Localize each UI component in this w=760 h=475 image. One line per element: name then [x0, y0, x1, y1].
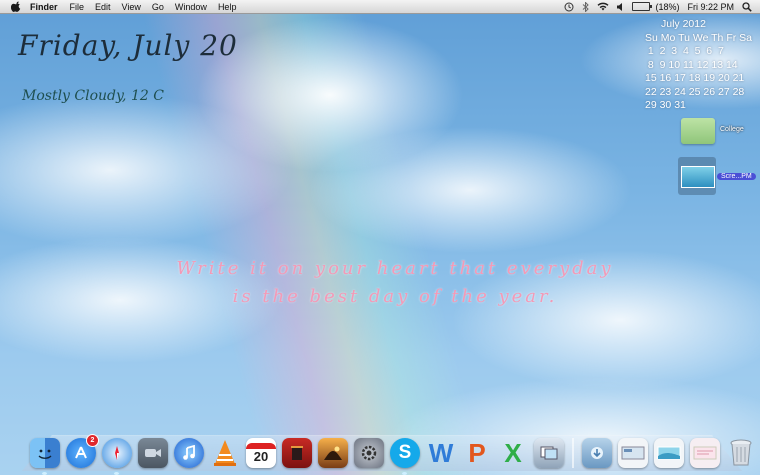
battery-icon	[632, 2, 653, 11]
calendar-week: 8 9 10 11 12 13 14	[645, 58, 738, 71]
bluetooth-icon[interactable]	[582, 1, 590, 12]
word-letter: W	[428, 437, 454, 468]
menu-edit[interactable]: Edit	[95, 2, 111, 12]
calendar-week: 1 2 3 4 5 6 7	[645, 45, 724, 57]
date-widget: Friday, July 20	[18, 29, 238, 62]
word-dock-icon[interactable]: W	[426, 438, 456, 468]
document-stack-icon[interactable]	[690, 438, 720, 468]
itunes-dock-icon[interactable]	[174, 438, 204, 468]
skype-letter: S	[398, 442, 412, 463]
facetime-dock-icon[interactable]	[138, 438, 168, 468]
calendar-month: July 2012	[661, 18, 706, 30]
menu-go[interactable]: Go	[152, 2, 164, 12]
notification-badge: 2	[86, 434, 99, 447]
menu-bar: Finder File Edit View Go Window Help (18…	[0, 0, 760, 14]
screenshot-file-label[interactable]: Scre...PM	[717, 173, 756, 180]
menu-view[interactable]: View	[122, 2, 141, 12]
excel-letter: X	[504, 437, 522, 468]
calendar-week: 15 16 17 18 19 20 21	[645, 72, 745, 84]
college-folder-icon[interactable]	[681, 118, 715, 144]
calendar-day: 20	[253, 448, 269, 464]
weather-widget: Mostly Cloudy, 12 C	[22, 88, 164, 104]
menu-help[interactable]: Help	[218, 2, 237, 12]
battery-percent: (18%)	[655, 1, 680, 12]
calendar-weekdays: Su Mo Tu We Th Fr Sa	[645, 31, 752, 44]
safari-dock-icon[interactable]	[102, 438, 132, 475]
finder-dock-icon[interactable]	[30, 438, 60, 475]
skype-dock-icon[interactable]: S	[390, 438, 420, 475]
system-preferences-dock-icon[interactable]	[354, 438, 384, 468]
menu-window[interactable]: Window	[175, 2, 207, 12]
screenshot-stack-icon[interactable]	[618, 438, 648, 468]
quote-line: Write it on your heart that everyday	[176, 258, 614, 279]
app-store-dock-icon[interactable]: 2	[66, 434, 99, 468]
menu-extras: (18%) Fri 9:22 PM	[564, 0, 760, 13]
quote-line: is the best day of the year.	[232, 286, 558, 307]
quote-widget: Write it on your heart that everyday is …	[120, 255, 670, 311]
powerpoint-letter: P	[468, 437, 486, 468]
image-stack-icon[interactable]	[654, 438, 684, 468]
dock-separator	[572, 438, 574, 468]
photo-booth-dock-icon[interactable]	[282, 438, 312, 468]
college-folder-label[interactable]: College	[720, 126, 744, 133]
iphoto-dock-icon[interactable]	[318, 438, 348, 468]
powerpoint-dock-icon[interactable]: P	[462, 438, 492, 468]
calendar-widget: July 2012 Su Mo Tu We Th Fr Sa 1 2 3 4 5…	[645, 18, 760, 113]
calendar-week: 22 23 24 25 26 27 28	[645, 85, 745, 98]
excel-dock-icon[interactable]: X	[498, 438, 528, 468]
spotlight-icon[interactable]	[742, 1, 752, 12]
downloads-stack-icon[interactable]	[582, 438, 612, 468]
battery-status[interactable]: (18%)	[632, 2, 679, 12]
clock[interactable]: Fri 9:22 PM	[687, 2, 734, 12]
vlc-dock-icon[interactable]	[210, 438, 240, 468]
wifi-icon[interactable]	[597, 2, 609, 11]
time-machine-icon[interactable]	[564, 2, 574, 12]
dock: 2 20 S W P X	[30, 428, 760, 475]
apple-menu-icon[interactable]	[10, 1, 22, 13]
volume-icon[interactable]	[617, 2, 624, 11]
screenshot-file-icon[interactable]	[678, 157, 716, 195]
preview-dock-icon[interactable]	[534, 438, 564, 468]
calendar-week: 29 30 31	[645, 99, 686, 111]
trash-icon[interactable]	[726, 438, 756, 468]
ical-dock-icon[interactable]: 20	[246, 438, 276, 468]
menu-finder[interactable]: Finder	[30, 2, 58, 12]
screenshot-thumbnail	[681, 166, 715, 188]
menu-file[interactable]: File	[70, 2, 85, 12]
